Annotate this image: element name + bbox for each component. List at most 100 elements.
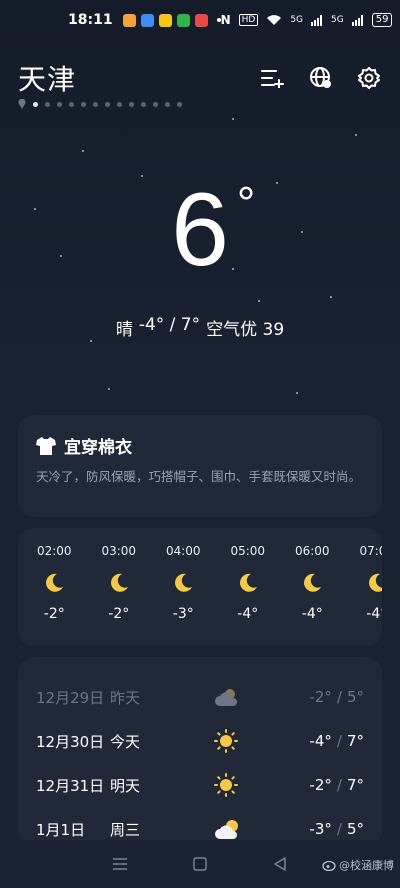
wallet-app-icon	[158, 13, 172, 27]
day-low: -3°	[309, 820, 332, 838]
hour-temp: -4°	[237, 606, 259, 622]
day-high: 7°	[346, 776, 364, 794]
partly-cloudy-icon	[214, 818, 242, 840]
5g-signal-icon-2: 5G	[331, 15, 344, 25]
signal-bars-icon	[311, 14, 323, 26]
red-app-icon	[194, 13, 208, 27]
daily-row[interactable]: 12月30日 今天 -4°/7°	[18, 719, 382, 763]
add-list-icon[interactable]	[260, 65, 286, 91]
condition-text: 晴	[115, 320, 133, 340]
daily-forecast[interactable]: 12月29日 昨天 -2°/5° 12月30日 今天 -4°/7° 12月31日 明天 -2° /…	[18, 657, 382, 847]
signal-bars-icon-2	[351, 14, 363, 26]
status-time: 18:11	[68, 12, 113, 28]
nfc-icon: N	[220, 13, 231, 27]
watermark-text: @校涵康博	[339, 859, 394, 872]
day-high: 5°	[346, 688, 364, 706]
page-dot[interactable]	[33, 101, 38, 107]
temp-separator: /	[336, 732, 342, 750]
page-dot[interactable]	[57, 101, 62, 107]
sun-icon	[214, 729, 238, 753]
degree-symbol: °	[236, 177, 256, 229]
page-indicator	[18, 99, 182, 109]
temperature-value: 6	[171, 172, 229, 288]
clothing-card[interactable]: 宜穿棉衣 天冷了，防风保暖，巧搭帽子、围巾、手套既保暖又时尚。	[18, 415, 382, 517]
day-date: 12月30日	[36, 732, 105, 751]
day-name: 明天	[110, 776, 141, 795]
weibo-app-icon	[122, 13, 136, 27]
page-dot[interactable]	[45, 101, 50, 107]
gear-icon[interactable]	[356, 65, 382, 91]
hour-temp: -3°	[172, 606, 194, 622]
hourly-item: 03:00 -2°	[87, 544, 152, 622]
header: 天津	[18, 58, 382, 98]
page-dot[interactable]	[177, 101, 182, 107]
hour-time: 05:00	[230, 544, 266, 558]
temp-range: -4° / 7°	[138, 315, 201, 335]
day-date: 12月29日	[36, 688, 105, 707]
hour-time: 04:00	[165, 544, 201, 558]
temp-separator: /	[336, 820, 342, 838]
hourly-item: 02:00 -2°	[22, 544, 87, 622]
hour-time: 06:00	[294, 544, 330, 558]
page-dot[interactable]	[129, 101, 134, 107]
location-pin-icon	[18, 99, 26, 109]
notification-icons	[122, 13, 221, 27]
page-dot[interactable]	[105, 101, 110, 107]
day-date: 1月1日	[36, 820, 86, 839]
page-dot[interactable]	[141, 101, 146, 107]
clothing-title: 宜穿棉衣	[64, 438, 132, 458]
weather-summary: 晴 -4° / 7° 空气优 39	[0, 315, 400, 340]
shirt-icon	[36, 436, 56, 455]
hour-time: 07:00	[359, 544, 382, 558]
hourly-forecast[interactable]: 02:00 -2° 03:00 -2° 04:00 -3° 05:00 -4° 06:00 -4°…	[18, 528, 382, 646]
back-icon[interactable]	[271, 855, 289, 873]
battery-icon: 59	[371, 13, 393, 27]
home-icon[interactable]	[191, 855, 209, 873]
hour-temp: -2°	[43, 606, 65, 622]
hourly-item: 04:00 -3°	[151, 544, 216, 622]
moon-icon	[22, 572, 87, 596]
menu-icon[interactable]	[111, 855, 129, 873]
hour-temp: -2°	[108, 606, 130, 622]
wifi-icon	[267, 15, 282, 25]
hour-temp: -4°	[301, 606, 323, 622]
day-low: -4°	[309, 732, 332, 750]
page-dot[interactable]	[69, 101, 74, 107]
clothing-description: 天冷了，防风保暖，巧搭帽子、围巾、手套既保暖又时尚。	[36, 469, 362, 484]
globe-icon[interactable]	[308, 65, 334, 91]
hourly-item: 06:00 -4°	[280, 544, 345, 622]
city-name[interactable]: 天津	[18, 58, 76, 98]
moon-icon	[280, 572, 345, 596]
day-temp-range: -4°/7°	[309, 732, 364, 750]
hd-icon: HD	[238, 14, 259, 26]
hourly-item: 07:00 -4°	[345, 544, 382, 622]
daily-row[interactable]: 12月29日 昨天 -2°/5°	[18, 675, 382, 719]
weibo-logo-icon	[322, 860, 336, 871]
hour-time: 03:00	[101, 544, 137, 558]
temp-separator: /	[336, 776, 342, 794]
day-name: 昨天	[110, 688, 141, 707]
qq-browser-icon	[140, 13, 154, 27]
aqi-text[interactable]: 空气优 39	[206, 315, 284, 340]
day-high: 7°	[346, 732, 364, 750]
moon-icon	[216, 572, 281, 596]
hour-temp: -4°	[366, 606, 382, 622]
sun-icon	[214, 773, 238, 797]
hour-time: 02:00	[36, 544, 72, 558]
page-dot[interactable]	[153, 101, 158, 107]
page-dot[interactable]	[81, 101, 86, 107]
hourly-item: 05:00 -4°	[216, 544, 281, 622]
watermark: @校涵康博	[322, 857, 394, 873]
page-dot[interactable]	[93, 101, 98, 107]
daily-row[interactable]: 12月31日 明天 -2°/7°	[18, 763, 382, 807]
moon-icon	[345, 572, 382, 596]
current-temperature: 6 °	[0, 178, 400, 282]
day-temp-range: -3°/5°	[309, 820, 364, 838]
page-dot[interactable]	[117, 101, 122, 107]
page-dot[interactable]	[165, 101, 170, 107]
day-temp-range: -2°/5°	[309, 688, 364, 706]
day-name: 今天	[110, 732, 141, 751]
day-low: -2°	[309, 688, 332, 706]
day-low: -2°	[309, 776, 332, 794]
day-high: 5°	[346, 820, 364, 838]
